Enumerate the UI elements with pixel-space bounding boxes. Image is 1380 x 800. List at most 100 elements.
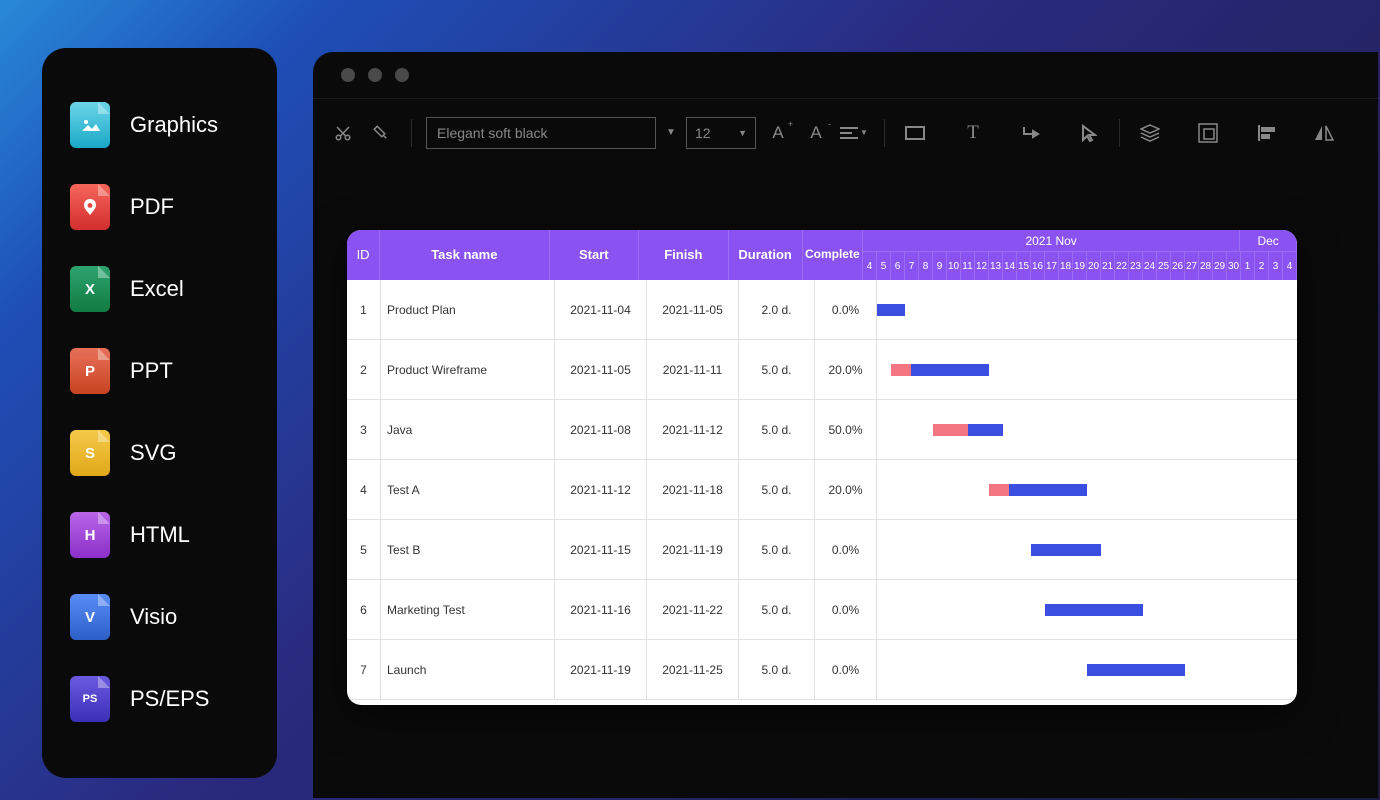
flip-button[interactable] — [1308, 117, 1340, 149]
ps-icon: PS — [70, 676, 110, 722]
ppt-icon: P — [70, 348, 110, 394]
progress-bar[interactable] — [1031, 544, 1101, 556]
sidebar-item-excel[interactable]: X Excel — [62, 248, 257, 330]
layers-button[interactable] — [1134, 117, 1166, 149]
day-cell: 23 — [1129, 252, 1143, 280]
cell-complete: 20.0% — [815, 340, 877, 399]
cell-complete: 20.0% — [815, 460, 877, 519]
maximize-dot[interactable] — [395, 68, 409, 82]
cell-task: Test B — [381, 520, 555, 579]
cut-button[interactable] — [327, 117, 359, 149]
sidebar-item-svg[interactable]: S SVG — [62, 412, 257, 494]
day-cell: 21 — [1101, 252, 1115, 280]
day-cell: 4 — [1283, 252, 1297, 280]
cell-duration: 5.0 d. — [739, 400, 815, 459]
visio-icon: V — [70, 594, 110, 640]
sidebar-item-ppt[interactable]: P PPT — [62, 330, 257, 412]
connector-tool[interactable] — [1015, 117, 1047, 149]
close-dot[interactable] — [341, 68, 355, 82]
cell-duration: 5.0 d. — [739, 640, 815, 699]
day-cell: 20 — [1087, 252, 1101, 280]
cell-id: 2 — [347, 340, 381, 399]
font-value: Elegant soft black — [437, 125, 548, 141]
table-row[interactable]: 4Test A2021-11-122021-11-185.0 d.20.0% — [347, 460, 1297, 520]
cell-start: 2021-11-04 — [555, 280, 647, 339]
month-dec: Dec — [1240, 230, 1297, 251]
font-select[interactable]: Elegant soft black — [426, 117, 656, 149]
cell-duration: 2.0 d. — [739, 280, 815, 339]
progress-bar[interactable] — [1087, 664, 1185, 676]
text-tool[interactable]: T — [957, 117, 989, 149]
svg-icon: S — [70, 430, 110, 476]
col-duration: Duration — [729, 230, 803, 280]
cell-duration: 5.0 d. — [739, 340, 815, 399]
cell-task: Marketing Test — [381, 580, 555, 639]
progress-bar[interactable] — [1009, 484, 1087, 496]
font-dropdown-caret[interactable]: ▼ — [662, 127, 680, 138]
cell-complete: 0.0% — [815, 280, 877, 339]
cell-task: Product Plan — [381, 280, 555, 339]
font-decrease-button[interactable]: A- — [800, 117, 832, 149]
day-cell: 24 — [1143, 252, 1157, 280]
day-cell: 28 — [1199, 252, 1213, 280]
bar-area — [877, 340, 1297, 399]
table-row[interactable]: 6Marketing Test2021-11-162021-11-225.0 d… — [347, 580, 1297, 640]
cell-id: 1 — [347, 280, 381, 339]
cell-duration: 5.0 d. — [739, 520, 815, 579]
table-row[interactable]: 2Product Wireframe2021-11-052021-11-115.… — [347, 340, 1297, 400]
cell-start: 2021-11-19 — [555, 640, 647, 699]
sidebar-item-ps[interactable]: PS PS/EPS — [62, 658, 257, 740]
col-start: Start — [550, 230, 640, 280]
day-cell: 22 — [1115, 252, 1129, 280]
day-cell: 5 — [877, 252, 891, 280]
align-left-button[interactable] — [1250, 117, 1282, 149]
table-row[interactable]: 5Test B2021-11-152021-11-195.0 d.0.0% — [347, 520, 1297, 580]
table-row[interactable]: 1Product Plan2021-11-042021-11-052.0 d.0… — [347, 280, 1297, 340]
table-row[interactable]: 3Java2021-11-082021-11-125.0 d.50.0% — [347, 400, 1297, 460]
day-cell: 16 — [1031, 252, 1045, 280]
cell-start: 2021-11-08 — [555, 400, 647, 459]
progress-bar[interactable] — [968, 424, 1003, 436]
pointer-tool[interactable] — [1073, 117, 1105, 149]
month-nov: 2021 Nov — [863, 230, 1240, 251]
size-select[interactable]: 12▼ — [686, 117, 756, 149]
table-row[interactable]: 7Launch2021-11-192021-11-255.0 d.0.0% — [347, 640, 1297, 700]
cell-complete: 0.0% — [815, 640, 877, 699]
cell-start: 2021-11-16 — [555, 580, 647, 639]
pdf-icon — [70, 184, 110, 230]
sidebar-item-graphics[interactable]: Graphics — [62, 84, 257, 166]
bar-area — [877, 520, 1297, 579]
sidebar-item-visio[interactable]: V Visio — [62, 576, 257, 658]
progress-bar[interactable] — [877, 304, 905, 316]
sidebar-item-html[interactable]: H HTML — [62, 494, 257, 576]
day-cell: 11 — [961, 252, 975, 280]
cell-id: 6 — [347, 580, 381, 639]
cell-task: Product Wireframe — [381, 340, 555, 399]
font-increase-button[interactable]: A+ — [762, 117, 794, 149]
cell-task: Launch — [381, 640, 555, 699]
cell-finish: 2021-11-11 — [647, 340, 739, 399]
cell-task: Java — [381, 400, 555, 459]
day-cell: 4 — [863, 252, 877, 280]
size-value: 12 — [695, 125, 711, 141]
align-button[interactable]: ▼ — [838, 117, 870, 149]
day-cell: 27 — [1185, 252, 1199, 280]
toolbar: Elegant soft black ▼ 12▼ A+ A- ▼ T — [313, 98, 1378, 166]
cell-duration: 5.0 d. — [739, 460, 815, 519]
cell-complete: 0.0% — [815, 520, 877, 579]
day-cell: 18 — [1059, 252, 1073, 280]
bar-area — [877, 640, 1297, 699]
progress-bar[interactable] — [1045, 604, 1143, 616]
progress-bar[interactable] — [911, 364, 989, 376]
day-cell: 12 — [975, 252, 989, 280]
cell-finish: 2021-11-05 — [647, 280, 739, 339]
cell-task: Test A — [381, 460, 555, 519]
group-button[interactable] — [1192, 117, 1224, 149]
sidebar-item-pdf[interactable]: PDF — [62, 166, 257, 248]
sidebar-label: Excel — [130, 276, 184, 302]
minimize-dot[interactable] — [368, 68, 382, 82]
cell-id: 5 — [347, 520, 381, 579]
rectangle-tool[interactable] — [899, 117, 931, 149]
format-painter-button[interactable] — [365, 117, 397, 149]
day-cell: 19 — [1073, 252, 1087, 280]
